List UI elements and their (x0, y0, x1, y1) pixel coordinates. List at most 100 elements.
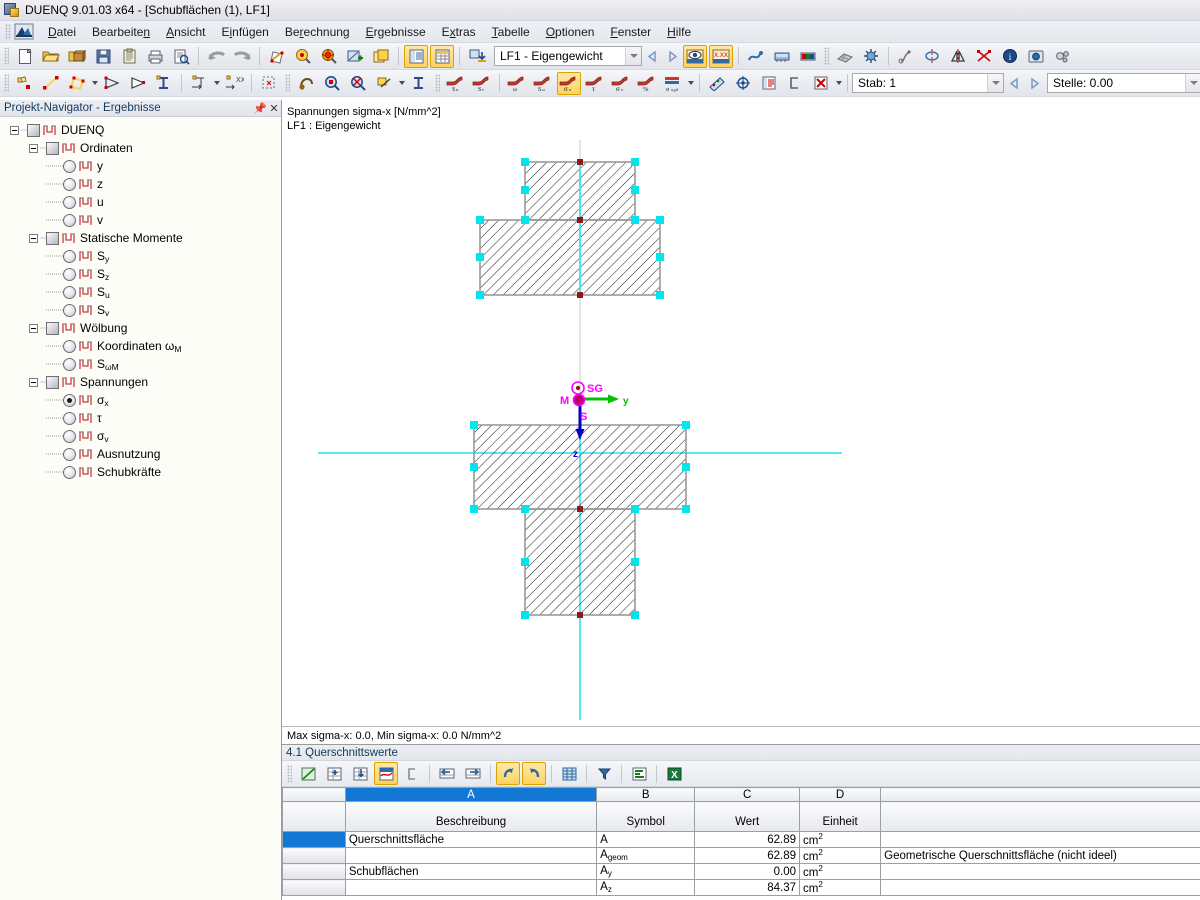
cell-unit[interactable]: cm2 (800, 880, 881, 896)
table-row[interactable]: Az84.37cm2 (283, 880, 1200, 896)
zoom-in-icon[interactable] (320, 72, 344, 95)
tree-radio-button[interactable] (63, 178, 76, 191)
menu-item-berechnung[interactable]: Berechnung (277, 23, 358, 41)
tree-item-x[interactable]: σx (0, 391, 281, 409)
tree-expander-icon[interactable] (27, 373, 40, 391)
mesh-icon[interactable] (833, 45, 857, 68)
tree-expander-icon[interactable] (27, 139, 40, 157)
column-header-D[interactable]: Einheit (800, 802, 881, 832)
menu-item-fenster[interactable]: Fenster (602, 23, 659, 41)
table-edit-icon[interactable] (296, 762, 320, 785)
column-letter-rowhdr[interactable] (283, 788, 346, 802)
row-header[interactable] (283, 848, 346, 864)
tree-item-duenq[interactable]: DUENQ (0, 121, 281, 139)
column-header-B[interactable]: Symbol (597, 802, 695, 832)
cell-note[interactable] (881, 864, 1200, 880)
zoom-out-icon[interactable] (346, 72, 370, 95)
tree-radio-button[interactable] (63, 430, 76, 443)
table-toolbar-gripper[interactable] (287, 765, 292, 783)
delete-results-dropdown[interactable] (834, 72, 843, 95)
cell-symbol[interactable]: A (597, 832, 695, 848)
cell-value[interactable]: 0.00 (695, 864, 800, 880)
open-file-icon[interactable] (39, 45, 63, 68)
tree-radio-button[interactable] (63, 250, 76, 263)
tree-checkbox[interactable] (46, 322, 59, 335)
next-loadcase-button[interactable] (662, 45, 682, 67)
menu-item-ergebnisse[interactable]: Ergebnisse (358, 23, 434, 41)
tree-item-z[interactable]: z (0, 175, 281, 193)
table-redo-icon[interactable] (522, 762, 546, 785)
toolbar2-gripper-1[interactable] (4, 74, 9, 92)
tree-radio-button[interactable] (63, 340, 76, 353)
measure-icon[interactable] (894, 45, 918, 68)
new-line-icon[interactable] (39, 72, 63, 95)
cell-unit[interactable]: cm2 (800, 832, 881, 848)
toolbar2-gripper-2[interactable] (285, 74, 290, 92)
tree-item-v[interactable]: σv (0, 427, 281, 445)
table-next-icon[interactable] (461, 762, 485, 785)
result-omega-icon[interactable]: ω (505, 72, 529, 95)
cell-value[interactable]: 84.37 (695, 880, 800, 896)
tree-radio-button[interactable] (63, 268, 76, 281)
delete-results-icon[interactable] (809, 72, 833, 95)
table-grid-icon[interactable] (557, 762, 581, 785)
column-header-E[interactable] (881, 802, 1200, 832)
tree-item-spannungen[interactable]: Spannungen (0, 373, 281, 391)
toolbar-gripper-2[interactable] (824, 47, 829, 65)
cell-description[interactable]: Querschnittsfläche (345, 832, 596, 848)
cell-symbol[interactable]: Ageom (597, 848, 695, 864)
result-percent-icon[interactable]: % (635, 72, 659, 95)
member-dropdown-arrow[interactable] (987, 74, 1003, 92)
tree-expander-icon[interactable] (8, 121, 21, 139)
show-table-icon[interactable] (404, 45, 428, 68)
cell-unit[interactable]: cm2 (800, 848, 881, 864)
zoom-window-dropdown[interactable] (397, 72, 406, 95)
new-node-icon[interactable] (13, 72, 37, 95)
cell-value[interactable]: 62.89 (695, 848, 800, 864)
tree-item-statische-momente[interactable]: Statische Momente (0, 229, 281, 247)
tree-item-sv[interactable]: Sv (0, 301, 281, 319)
cell-description[interactable] (345, 880, 596, 896)
dimension-icon[interactable] (187, 72, 211, 95)
copy-window-icon[interactable] (369, 45, 393, 68)
clipboard-icon[interactable] (117, 45, 141, 68)
tree-item-su[interactable]: Su (0, 283, 281, 301)
column-letter-A[interactable]: A (345, 788, 596, 802)
table-undo-icon[interactable] (496, 762, 520, 785)
render-model-icon[interactable] (770, 45, 794, 68)
print-icon[interactable] (143, 45, 167, 68)
tree-radio-button[interactable] (63, 160, 76, 173)
table-insert-row-icon[interactable] (322, 762, 346, 785)
column-header-A[interactable]: Beschreibung (345, 802, 596, 832)
tree-item-w-lbung[interactable]: Wölbung (0, 319, 281, 337)
next-member-button[interactable] (1024, 72, 1044, 94)
result-sigma-v-icon[interactable]: σv (609, 72, 633, 95)
select-window-icon[interactable] (257, 72, 281, 95)
mirror-icon[interactable] (946, 45, 970, 68)
tree-radio-button[interactable] (63, 448, 76, 461)
target-snap-icon[interactable] (317, 45, 341, 68)
render-colors-icon[interactable] (796, 45, 820, 68)
graphics-view[interactable]: z y SG M S (282, 100, 1200, 745)
result-sigma-xpl-icon[interactable]: σx,pl (661, 72, 685, 95)
loadcase-dropdown-arrow[interactable] (625, 47, 641, 65)
tree-item-s-m[interactable]: SωM (0, 355, 281, 373)
cell-unit[interactable]: cm2 (800, 864, 881, 880)
rotate-icon[interactable] (920, 45, 944, 68)
location-dropdown-arrow[interactable] (1185, 74, 1200, 92)
new-file-icon[interactable] (13, 45, 37, 68)
menu-item-bearbeiten[interactable]: Bearbeiten (84, 23, 158, 41)
zoom-all-icon[interactable] (407, 72, 431, 95)
tree-expander-icon[interactable] (27, 319, 40, 337)
tree-item-ordinaten[interactable]: Ordinaten (0, 139, 281, 157)
info-icon[interactable]: i (998, 45, 1022, 68)
prev-member-button[interactable] (1004, 72, 1024, 94)
new-polygon-dropdown[interactable] (90, 72, 99, 95)
cell-note[interactable] (881, 832, 1200, 848)
table-chart-icon[interactable] (627, 762, 651, 785)
loadcase-combobox[interactable]: LF1 - Eigengewicht (494, 46, 642, 66)
tree-item-[interactable]: τ (0, 409, 281, 427)
table-row[interactable]: SchubflächenAy0.00cm2 (283, 864, 1200, 880)
close-icon[interactable]: ✕ (267, 101, 281, 116)
result-su-icon[interactable]: Su (444, 72, 468, 95)
